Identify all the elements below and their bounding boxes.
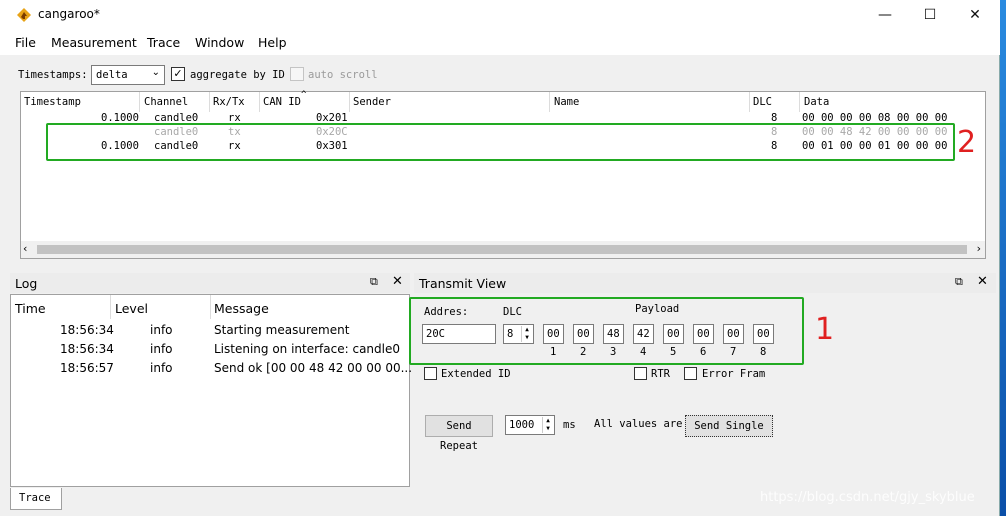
log-time: 18:56:57: [60, 361, 114, 375]
log-message: Listening on interface: candle0: [214, 342, 400, 356]
log-level: info: [150, 361, 173, 375]
window-title: cangaroo*: [38, 7, 100, 21]
log-panel: Log ⧉ ✕ Time Level Message 18:56:34 info…: [10, 273, 413, 510]
log-time: 18:56:34: [60, 342, 114, 356]
menu-trace[interactable]: Trace: [147, 35, 180, 50]
scroll-left-icon[interactable]: ‹: [23, 242, 27, 255]
transmit-panel-titlebar: Transmit View ⧉ ✕: [414, 273, 996, 293]
log-table: Time Level Message 18:56:34 info Startin…: [10, 294, 413, 487]
menu-window[interactable]: Window: [195, 35, 244, 50]
log-time: 18:56:34: [60, 323, 114, 337]
timestamps-select[interactable]: delta ⌄: [91, 65, 165, 85]
repeat-interval-spinbox[interactable]: 1000 ▲ ▼: [505, 415, 555, 435]
scroll-right-icon[interactable]: ›: [977, 242, 981, 255]
log-panel-titlebar: Log ⧉ ✕: [10, 273, 410, 293]
extended-id-checkbox[interactable]: [424, 367, 437, 380]
annotation-number-1: 1: [815, 312, 835, 347]
log-level: info: [150, 323, 173, 337]
error-frame-checkbox[interactable]: [684, 367, 697, 380]
timestamps-value: delta: [96, 69, 128, 81]
log-message: Starting measurement: [214, 323, 350, 337]
log-level: info: [150, 342, 173, 356]
auto-scroll-checkbox[interactable]: [290, 67, 304, 81]
menu-file[interactable]: File: [15, 35, 36, 50]
title-bar: cangaroo* — ☐ ✕: [0, 0, 1000, 31]
menu-bar: File Measurement Trace Window Help: [0, 31, 1000, 55]
log-row[interactable]: 18:56:34 info Listening on interface: ca…: [11, 342, 409, 361]
annotation-box-1: [409, 297, 804, 365]
col-rxtx[interactable]: Rx/Tx: [213, 96, 245, 108]
menu-help[interactable]: Help: [258, 35, 287, 50]
watermark: https://blog.csdn.net/gjy_skyblue: [760, 490, 975, 505]
annotation-number-2: 2: [957, 125, 977, 160]
timestamps-label: Timestamps:: [18, 69, 88, 81]
transmit-panel-title: Transmit View: [419, 276, 507, 291]
log-message: Send ok [00 00 48 42 00 00 00...: [214, 361, 413, 375]
log-col-time[interactable]: Time: [15, 301, 46, 316]
annotation-box-2: [46, 123, 955, 161]
col-channel[interactable]: Channel: [144, 96, 188, 108]
scrollbar-thumb[interactable]: [37, 245, 967, 254]
log-row[interactable]: 18:56:57 info Send ok [00 00 48 42 00 00…: [11, 361, 413, 380]
rtr-checkbox[interactable]: [634, 367, 647, 380]
log-row[interactable]: 18:56:34 info Starting measurement: [11, 323, 409, 342]
float-icon[interactable]: ⧉: [955, 275, 963, 289]
minimize-button[interactable]: —: [862, 0, 908, 31]
aggregate-checkbox[interactable]: ✓: [171, 67, 185, 81]
spin-arrows-icon[interactable]: ▲ ▼: [542, 417, 553, 433]
close-icon[interactable]: ✕: [977, 274, 988, 289]
log-panel-title: Log: [15, 276, 38, 291]
desktop-background: [1000, 0, 1006, 516]
horizontal-scrollbar[interactable]: ‹ ›: [21, 241, 985, 258]
sort-ascending-icon: ^: [301, 90, 307, 100]
aggregate-label: aggregate by ID: [190, 69, 285, 81]
error-frame-label: Error Fram: [702, 368, 766, 380]
log-col-level[interactable]: Level: [115, 301, 148, 316]
close-icon[interactable]: ✕: [392, 274, 403, 289]
send-repeat-button[interactable]: Send Repeat: [425, 415, 493, 452]
col-timestamp[interactable]: Timestamp: [24, 96, 81, 108]
auto-scroll-label: auto scroll: [308, 69, 378, 81]
menu-measurement[interactable]: Measurement: [51, 35, 137, 50]
col-name[interactable]: Name: [554, 96, 579, 108]
float-icon[interactable]: ⧉: [370, 275, 378, 289]
tab-trace[interactable]: Trace: [10, 488, 62, 510]
trace-header: Timestamp Channel Rx/Tx CAN ID ^ Sender …: [21, 90, 985, 112]
trace-toolbar: Timestamps: delta ⌄ ✓ aggregate by ID au…: [0, 55, 1000, 89]
app-window: cangaroo* — ☐ ✕ File Measurement Trace W…: [0, 0, 1000, 516]
kangaroo-logo-icon: [17, 8, 31, 22]
all-values-label: All values are: [594, 418, 683, 430]
send-single-button[interactable]: Send Single: [685, 415, 773, 437]
col-sender[interactable]: Sender: [353, 96, 391, 108]
close-button[interactable]: ✕: [952, 0, 998, 31]
col-data[interactable]: Data: [804, 96, 829, 108]
col-dlc[interactable]: DLC: [753, 96, 772, 108]
col-can-id[interactable]: CAN ID: [263, 96, 301, 108]
ms-label: ms: [563, 419, 576, 431]
rtr-label: RTR: [651, 368, 670, 380]
maximize-button[interactable]: ☐: [907, 0, 953, 31]
tab-trace-label: Trace: [19, 492, 51, 504]
trace-table: Timestamp Channel Rx/Tx CAN ID ^ Sender …: [20, 90, 986, 259]
chevron-down-icon: ⌄: [151, 67, 160, 78]
extended-id-label: Extended ID: [441, 368, 511, 380]
log-col-message[interactable]: Message: [214, 301, 269, 316]
